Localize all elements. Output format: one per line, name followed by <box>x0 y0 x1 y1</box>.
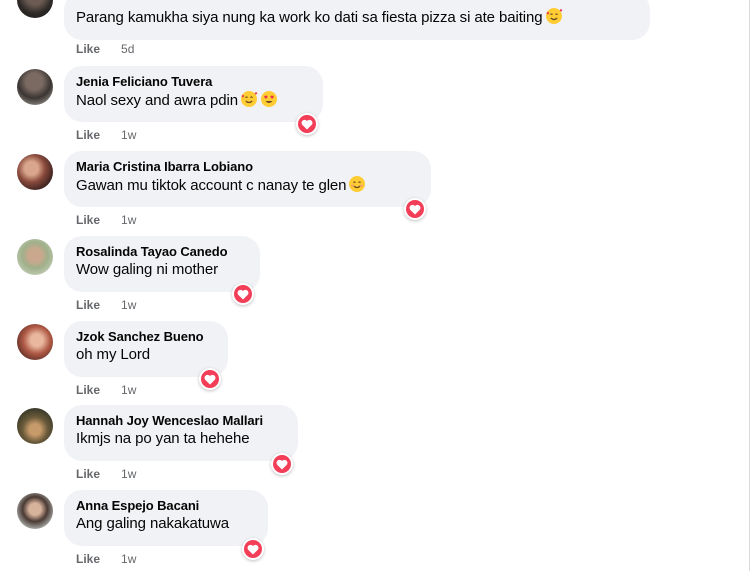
comment-time[interactable]: 1w <box>121 552 136 566</box>
comment-text: Naol sexy and awra pdin <box>76 92 238 109</box>
comment-author[interactable]: Maria Cristina Ibarra Lobiano <box>76 159 419 175</box>
comment-bubble: Hannah Joy Wenceslao Mallari Ikmjs na po… <box>64 405 298 461</box>
like-link[interactable]: Like <box>76 552 100 566</box>
avatar[interactable] <box>17 0 53 18</box>
avatar[interactable] <box>17 408 53 444</box>
comment-bubble: Anna Espejo Bacani Ang galing nakakatuwa <box>64 490 268 546</box>
comment-bubble: Jenia Feliciano Tuvera Naol sexy and awr… <box>64 66 323 122</box>
comment-author[interactable]: Jenia Feliciano Tuvera <box>76 74 311 90</box>
comment-meta: Like 1w <box>76 551 136 567</box>
avatar[interactable] <box>17 324 53 360</box>
comment-author[interactable]: Rosalinda Tayao Canedo <box>76 244 248 260</box>
avatar[interactable] <box>17 493 53 529</box>
comment-meta: Like 1w <box>76 466 136 482</box>
avatar[interactable] <box>17 239 53 275</box>
reaction-badge[interactable] <box>296 113 318 135</box>
heart-icon <box>237 289 249 300</box>
comment-bubble: Maria Cristina Ibarra Lobiano Gawan mu t… <box>64 151 431 207</box>
comment-text: Gawan mu tiktok account c nanay te glen <box>76 177 347 194</box>
comment-meta: Like 1w <box>76 382 136 398</box>
comment-meta: Like 1w <box>76 212 136 228</box>
like-link[interactable]: Like <box>76 213 100 227</box>
comment-author[interactable]: Hannah Joy Wenceslao Mallari <box>76 413 286 429</box>
comment-time[interactable]: 1w <box>121 128 136 142</box>
reaction-badge[interactable] <box>242 538 264 560</box>
smiling-face-with-hearts-icon <box>545 7 563 30</box>
heart-icon <box>301 119 313 130</box>
comment-text: Ang galing nakakatuwa <box>76 515 230 532</box>
comment-text: Wow galing ni mother <box>76 261 218 278</box>
reaction-badge[interactable] <box>232 283 254 305</box>
comment-text: Ikmjs na po yan ta hehehe <box>76 430 250 447</box>
comment-time[interactable]: 1w <box>121 467 136 481</box>
like-link[interactable]: Like <box>76 128 100 142</box>
comment-time[interactable]: 1w <box>121 213 136 227</box>
comment-meta: Like 1w <box>76 127 136 143</box>
reaction-badge[interactable] <box>404 198 426 220</box>
comment-meta: Like 5d <box>76 41 134 57</box>
avatar[interactable] <box>17 69 53 105</box>
like-link[interactable]: Like <box>76 298 100 312</box>
smiling-face-with-hearts-icon <box>240 90 258 114</box>
comment-time[interactable]: 1w <box>121 383 136 397</box>
comment-time[interactable]: 1w <box>121 298 136 312</box>
like-link[interactable]: Like <box>76 383 100 397</box>
reaction-badge[interactable] <box>271 453 293 475</box>
comment-meta: Like 1w <box>76 297 136 313</box>
comment-text: Parang kamukha siya nung ka work ko dati… <box>76 9 543 26</box>
comment-time[interactable]: 5d <box>121 42 134 56</box>
like-link[interactable]: Like <box>76 467 100 481</box>
heart-icon <box>204 374 216 385</box>
heart-eyes-icon <box>260 90 278 114</box>
heart-icon <box>409 204 421 215</box>
heart-icon <box>247 544 259 555</box>
heart-icon <box>276 459 288 470</box>
comment-author[interactable]: Jzok Sanchez Bueno <box>76 329 216 345</box>
reaction-badge[interactable] <box>199 368 221 390</box>
comment-author[interactable]: Anna Espejo Bacani <box>76 498 256 514</box>
comment-bubble: Rosalinda Tayao Canedo Wow galing ni mot… <box>64 236 260 292</box>
comment-bubble: Parang kamukha siya nung ka work ko dati… <box>64 0 650 40</box>
avatar[interactable] <box>17 154 53 190</box>
like-link[interactable]: Like <box>76 42 100 56</box>
smiling-face-icon <box>348 175 366 199</box>
comment-text: oh my Lord <box>76 346 151 363</box>
